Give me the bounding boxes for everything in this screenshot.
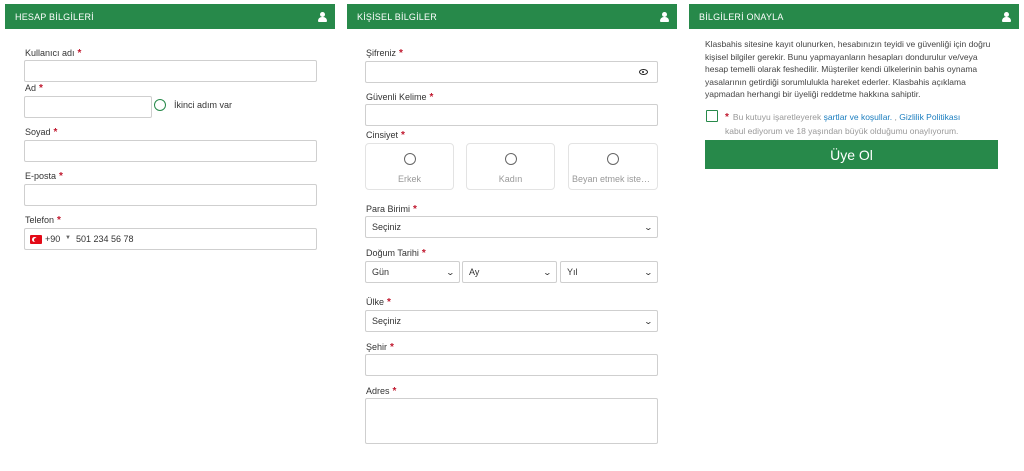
name-label: Ad * [25, 83, 43, 94]
phone-country-code[interactable]: +90 [45, 234, 60, 244]
currency-select[interactable]: Seçiniz ⌄ [365, 216, 658, 238]
birth-day-select[interactable]: Gün ⌄ [365, 261, 460, 283]
required-mark: * [421, 248, 426, 259]
gender-option-label: Beyan etmek istem... [572, 174, 657, 184]
user-icon [318, 11, 327, 22]
personal-panel-title: KİŞİSEL BİLGİLER [357, 11, 437, 22]
turkey-flag-icon [30, 235, 42, 244]
email-label: E-posta * [25, 171, 63, 182]
required-mark: * [725, 112, 729, 123]
gender-option-male[interactable]: Erkek [365, 143, 454, 190]
required-mark: * [392, 386, 397, 397]
required-mark: * [59, 171, 63, 182]
birth-year-select[interactable]: Yıl ⌄ [560, 261, 658, 283]
required-mark: * [57, 215, 61, 226]
account-panel-title: HESAP BİLGİLERİ [15, 11, 94, 22]
two-factor-toggle[interactable] [154, 99, 166, 111]
email-input[interactable] [24, 184, 317, 206]
username-label: Kullanıcı adı * [25, 48, 82, 59]
terms-link[interactable]: şartlar ve koşullar. [824, 112, 893, 122]
radio-circle[interactable] [403, 153, 416, 165]
register-button[interactable]: Üye Ol [705, 140, 998, 169]
chevron-down-icon: ⌄ [643, 268, 654, 277]
user-icon [660, 11, 669, 22]
surname-label: Soyad * [25, 127, 58, 138]
phone-label: Telefon * [25, 215, 61, 226]
password-input[interactable] [365, 61, 658, 83]
chevron-down-icon[interactable]: ▼ [65, 235, 71, 241]
personal-panel-header: KİŞİSEL BİLGİLER [347, 4, 677, 29]
required-mark: * [39, 83, 43, 94]
phone-field[interactable]: +90 ▼ 501 234 56 78 [24, 228, 317, 250]
chevron-down-icon: ⌄ [542, 268, 553, 277]
required-mark: * [401, 130, 405, 141]
country-label: Ülke * [366, 297, 391, 308]
confirm-panel-title: BİLGİLERİ ONAYLA [699, 11, 784, 22]
radio-circle[interactable] [607, 153, 619, 165]
birthdate-label: Doğum Tarihi * [366, 248, 426, 259]
password-label: Şifreniz * [366, 48, 403, 59]
required-mark: * [53, 127, 58, 138]
gender-option-label: Kadın [498, 174, 523, 184]
required-mark: * [413, 204, 417, 215]
surname-input[interactable] [24, 140, 317, 162]
chevron-down-icon: ⌄ [445, 268, 456, 277]
currency-label: Para Birimi * [366, 204, 417, 215]
address-input[interactable] [365, 398, 658, 444]
required-mark: * [77, 48, 82, 59]
radio-circle[interactable] [504, 153, 517, 165]
security-word-input[interactable] [365, 104, 658, 126]
gender-label: Cinsiyet * [366, 130, 405, 141]
username-input[interactable] [24, 60, 317, 82]
address-label: Adres * [366, 386, 397, 397]
city-label: Şehir * [366, 342, 394, 353]
required-mark: * [387, 297, 391, 308]
terms-checkbox[interactable] [706, 110, 718, 122]
gender-option-undisclosed[interactable]: Beyan etmek istem... [568, 143, 658, 190]
security-word-label: Güvenli Kelime * [366, 92, 434, 103]
required-mark: * [390, 342, 394, 353]
two-factor-label: İkinci adım var [174, 100, 233, 110]
phone-input[interactable]: 501 234 56 78 [76, 234, 134, 244]
user-icon [1002, 11, 1011, 22]
gender-option-label: Erkek [397, 174, 421, 184]
eye-icon[interactable] [639, 69, 648, 75]
name-input[interactable] [24, 96, 152, 118]
confirm-panel-header: BİLGİLERİ ONAYLA [689, 4, 1019, 29]
account-panel-header: HESAP BİLGİLERİ [5, 4, 335, 29]
registration-notice: Klasbahis sitesine kayıt olunurken, hesa… [705, 39, 991, 100]
consent-text: * Bu kutuyu işaretleyerek şartlar ve koşu… [725, 112, 961, 136]
city-input[interactable] [365, 354, 658, 376]
birth-month-select[interactable]: Ay ⌄ [462, 261, 557, 283]
required-mark: * [399, 48, 403, 59]
required-mark: * [429, 92, 434, 103]
chevron-down-icon: ⌄ [643, 317, 654, 326]
gender-option-female[interactable]: Kadın [466, 143, 555, 190]
country-select[interactable]: Seçiniz ⌄ [365, 310, 658, 332]
chevron-down-icon: ⌄ [643, 223, 654, 232]
privacy-policy-link[interactable]: Gizlilik Politikası [899, 112, 960, 122]
